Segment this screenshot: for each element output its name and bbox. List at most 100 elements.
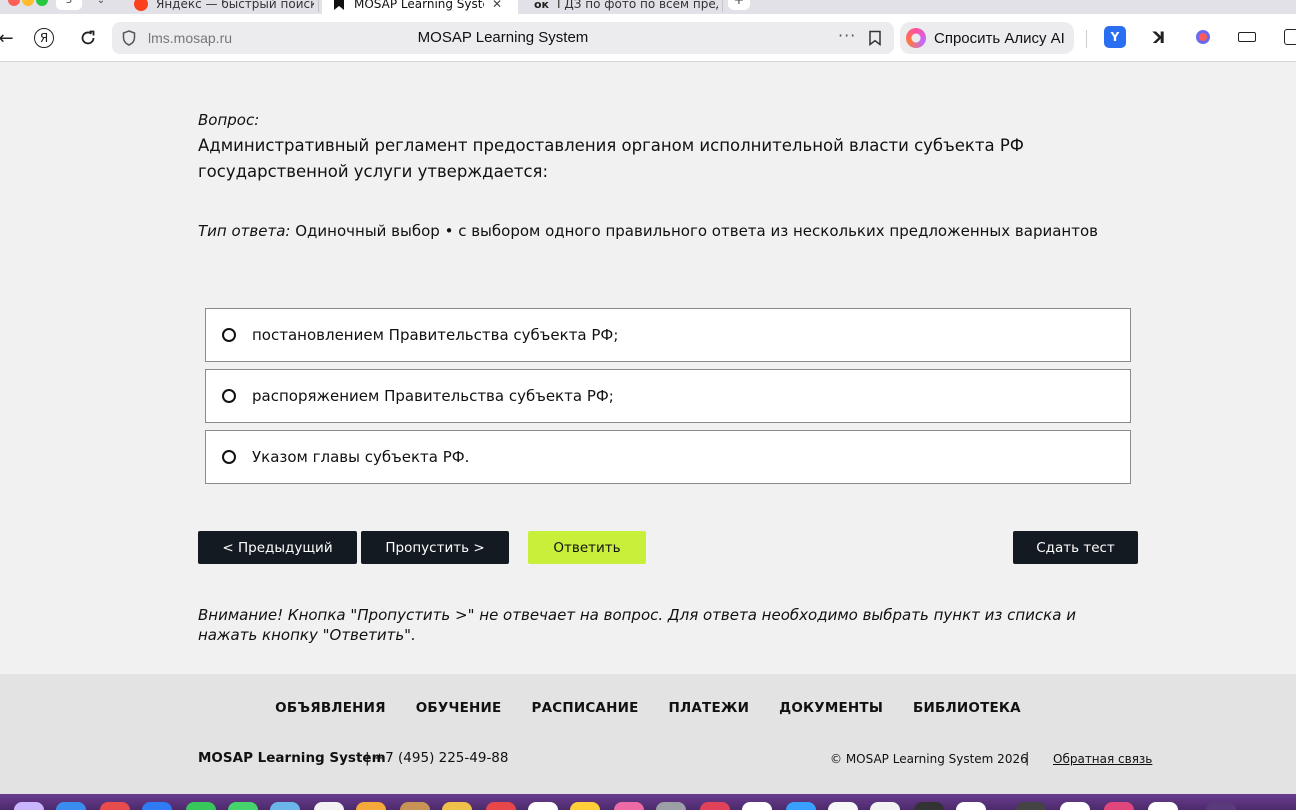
dock-app-icon[interactable]: [270, 802, 300, 810]
dock-app-icon[interactable]: [186, 802, 216, 810]
dock-app-icon[interactable]: [14, 802, 44, 810]
footer-copyright: © MOSAP Learning System 2026: [830, 752, 1028, 766]
previous-button[interactable]: < Предыдущий: [198, 531, 357, 564]
answer-type: Тип ответа: Одиночный выбор • с выбором …: [198, 222, 1098, 240]
test-page: Вопрос: Административный регламент предо…: [0, 62, 1296, 674]
new-tab-button[interactable]: +: [728, 0, 750, 10]
answer-button[interactable]: Ответить: [528, 531, 646, 564]
dock-app-icon[interactable]: [1104, 802, 1134, 810]
dock-app-icon[interactable]: [914, 802, 944, 810]
tab-title: Яндекс — быстрый поиск: [156, 0, 314, 11]
tab-list-chevron-icon[interactable]: ⌄: [88, 0, 114, 10]
dock-app-icon[interactable]: [742, 802, 772, 810]
radio-icon[interactable]: [222, 450, 236, 464]
dock-app-icon[interactable]: [1148, 802, 1178, 810]
tab-yandex[interactable]: Яндекс — быстрый поиск: [124, 0, 314, 14]
dock-app-icon[interactable]: [1060, 802, 1090, 810]
tab-counter[interactable]: 5: [56, 0, 82, 10]
back-arrow-icon[interactable]: ←: [0, 26, 18, 50]
answer-type-label: Тип ответа:: [198, 222, 291, 240]
ask-alice-label: Спросить Алису AI: [934, 29, 1065, 47]
dock-app-icon[interactable]: [56, 802, 86, 810]
dock-app-icon[interactable]: [614, 802, 644, 810]
dock-app-icon[interactable]: [142, 802, 172, 810]
tab-title: ГДЗ по фото по всем пред: [557, 0, 718, 11]
option-text: постановлением Правительства субъекта РФ…: [252, 326, 619, 344]
dock-app-icon[interactable]: [700, 802, 730, 810]
dock-app-icon[interactable]: [486, 802, 516, 810]
submit-test-button[interactable]: Сдать тест: [1013, 531, 1138, 564]
dock-app-icon[interactable]: [100, 802, 130, 810]
dock-app-icon[interactable]: [786, 802, 816, 810]
answer-option[interactable]: Указом главы субъекта РФ.: [205, 430, 1131, 484]
dock-app-icon[interactable]: [1016, 802, 1046, 810]
dock-app-icon[interactable]: [314, 802, 344, 810]
reload-icon[interactable]: [76, 26, 100, 50]
dock-app-icon[interactable]: [570, 802, 600, 810]
macos-dock: [0, 794, 1296, 810]
toolbar-divider: [1086, 30, 1087, 48]
bookmark-favicon-icon: [334, 0, 344, 10]
yandex-favicon-icon: [134, 0, 148, 11]
radio-icon[interactable]: [222, 389, 236, 403]
option-text: распоряжением Правительства субъекта РФ;: [252, 387, 614, 405]
yandex-logo-icon: Я: [34, 28, 54, 48]
radio-icon[interactable]: [222, 328, 236, 342]
url-text[interactable]: lms.mosap.ru: [148, 30, 232, 46]
answer-option[interactable]: распоряжением Правительства субъекта РФ;: [205, 369, 1131, 423]
colorful-extension-icon[interactable]: [1192, 26, 1214, 48]
dock-app-icon[interactable]: [1206, 802, 1236, 810]
dock-app-icon[interactable]: [656, 802, 686, 810]
ask-alice-button[interactable]: Спросить Алису AI: [900, 22, 1074, 54]
address-bar[interactable]: lms.mosap.ru MOSAP Learning System ···: [112, 22, 894, 54]
tab-gdz[interactable]: ок ГДЗ по фото по всем пред: [524, 0, 718, 14]
skip-warning: Внимание! Кнопка "Пропустить >" не отвеч…: [198, 606, 1076, 644]
tab-divider: [722, 0, 723, 12]
sidebar-extension-icon[interactable]: [1280, 26, 1296, 48]
tab-title: MOSAP Learning System: [354, 0, 484, 11]
gdz-favicon-icon: ок: [534, 0, 550, 11]
alice-icon: [906, 28, 926, 48]
window-minimize-dot[interactable]: [22, 0, 34, 6]
footer-link-announcements[interactable]: ОБЪЯВЛЕНИЯ: [275, 700, 386, 716]
more-options-icon[interactable]: ···: [838, 26, 856, 45]
footer-link-schedule[interactable]: РАСПИСАНИЕ: [531, 700, 638, 716]
dock-app-icon[interactable]: [400, 802, 430, 810]
browser-tab-bar: 5 ⌄ Яндекс — быстрый поиск MOSAP Learnin…: [0, 0, 1296, 14]
option-text: Указом главы субъекта РФ.: [252, 448, 470, 466]
site-footer: ОБЪЯВЛЕНИЯ ОБУЧЕНИЕ РАСПИСАНИЕ ПЛАТЕЖИ Д…: [0, 674, 1296, 794]
k-extension-icon[interactable]: ꓘ: [1148, 26, 1170, 48]
battery-icon[interactable]: [1236, 26, 1258, 48]
dock-app-icon[interactable]: [828, 802, 858, 810]
dock-app-icon[interactable]: [956, 802, 986, 810]
answer-type-value: Одиночный выбор • с выбором одного прави…: [290, 222, 1098, 240]
browser-toolbar: ← Я lms.mosap.ru MOSAP Learning System ·…: [0, 14, 1296, 62]
skip-button[interactable]: Пропустить >: [361, 531, 509, 564]
dock-app-icon[interactable]: [442, 802, 472, 810]
tab-close-icon[interactable]: ✕: [492, 0, 502, 11]
y-extension-icon[interactable]: Y: [1104, 26, 1126, 48]
question-text: Административный регламент предоставлени…: [198, 136, 1024, 181]
footer-phone: | +7 (495) 225-49-88: [365, 750, 509, 766]
dock-app-icon[interactable]: [356, 802, 386, 810]
footer-brand: MOSAP Learning System: [198, 750, 386, 766]
tab-mosap[interactable]: MOSAP Learning System ✕: [322, 0, 518, 14]
tab-divider: [318, 0, 319, 12]
footer-link-learning[interactable]: ОБУЧЕНИЕ: [416, 700, 502, 716]
feedback-link[interactable]: Обратная связь: [1053, 752, 1152, 766]
footer-nav: ОБЪЯВЛЕНИЯ ОБУЧЕНИЕ РАСПИСАНИЕ ПЛАТЕЖИ Д…: [0, 700, 1296, 716]
window-close-dot[interactable]: [8, 0, 20, 6]
bookmark-icon[interactable]: [868, 30, 882, 50]
dock-app-icon[interactable]: [870, 802, 900, 810]
yandex-button[interactable]: Я: [32, 26, 56, 50]
answer-option[interactable]: постановлением Правительства субъекта РФ…: [205, 308, 1131, 362]
footer-link-payments[interactable]: ПЛАТЕЖИ: [669, 700, 750, 716]
shield-icon[interactable]: [122, 30, 136, 50]
footer-link-documents[interactable]: ДОКУМЕНТЫ: [779, 700, 883, 716]
dock-app-icon[interactable]: [228, 802, 258, 810]
footer-link-library[interactable]: БИБЛИОТЕКА: [913, 700, 1021, 716]
window-zoom-dot[interactable]: [36, 0, 48, 6]
dock-app-icon[interactable]: [528, 802, 558, 810]
footer-separator: |: [1025, 751, 1030, 766]
question-label: Вопрос:: [198, 111, 260, 129]
